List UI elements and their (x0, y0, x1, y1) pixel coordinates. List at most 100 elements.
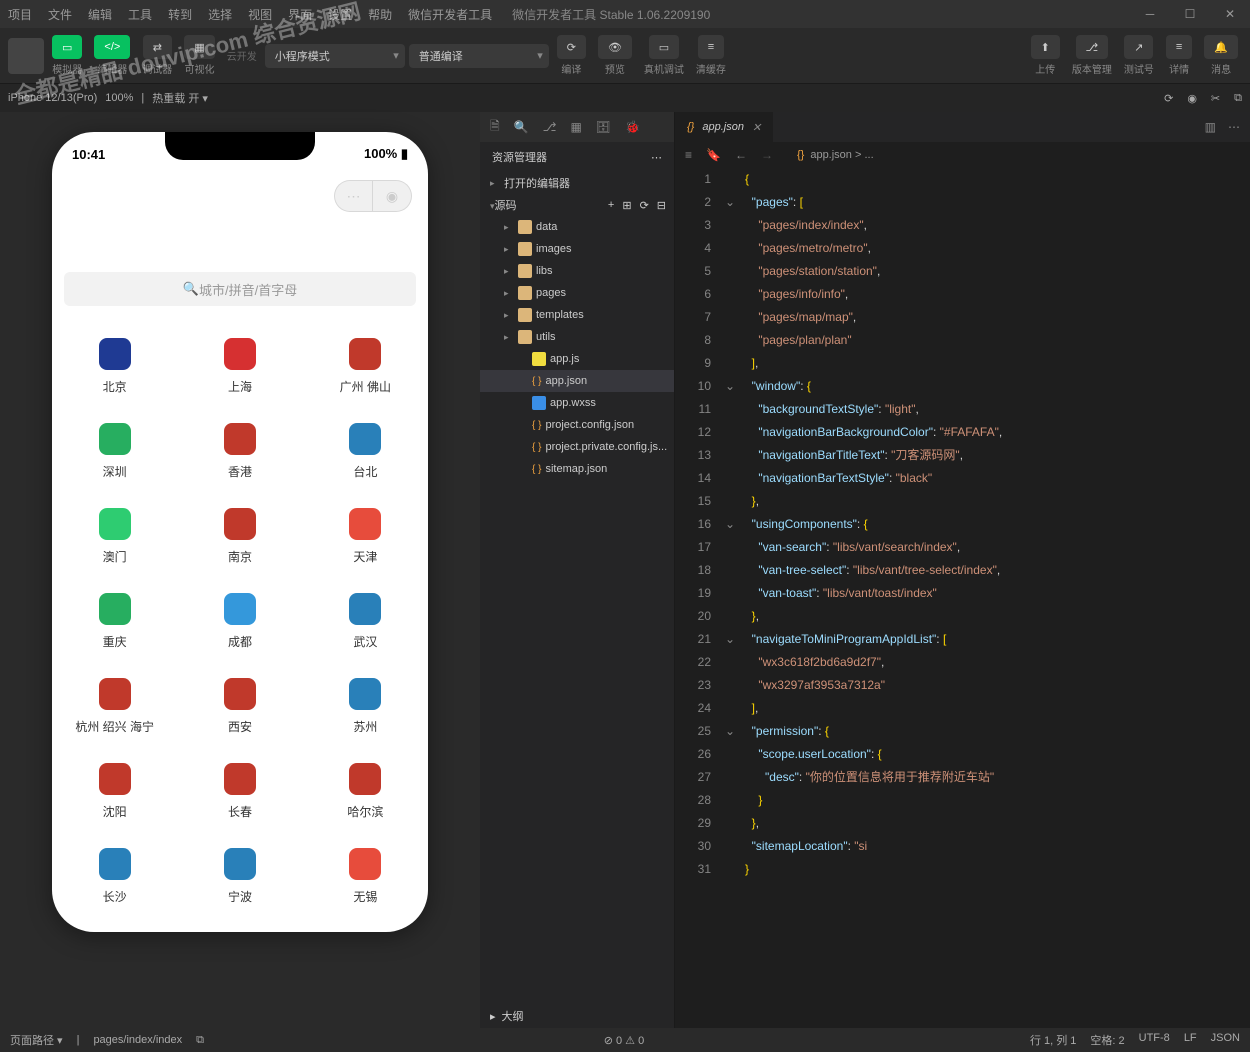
city-item[interactable]: 上海 (177, 324, 302, 409)
city-item[interactable]: 澳门 (52, 494, 177, 579)
eol[interactable]: LF (1184, 1032, 1197, 1048)
city-item[interactable]: 长沙 (52, 834, 177, 919)
errors-count[interactable]: ⊘ 0 ⚠ 0 (604, 1034, 644, 1047)
language[interactable]: JSON (1211, 1032, 1240, 1048)
back-icon[interactable]: ← (735, 148, 747, 162)
city-item[interactable]: 苏州 (303, 664, 428, 749)
city-item[interactable]: 无锡 (303, 834, 428, 919)
bug-icon[interactable]: 🐞 (625, 120, 640, 134)
detail-button[interactable]: ≡ (1166, 35, 1192, 59)
menu-设置[interactable]: 设置 (328, 6, 352, 23)
refresh-icon[interactable]: ⟳ (640, 199, 649, 212)
preview-button[interactable]: 👁 (598, 35, 632, 59)
city-item[interactable]: 杭州 绍兴 海宁 (52, 664, 177, 749)
menu-帮助[interactable]: 帮助 (368, 6, 392, 23)
mode-select[interactable]: 小程序模式 (265, 44, 405, 68)
copy-path-icon[interactable]: ⧉ (196, 1034, 204, 1047)
indent[interactable]: 空格: 2 (1090, 1032, 1124, 1048)
zoom-select[interactable]: 100% (105, 92, 133, 104)
breadcrumb[interactable]: {}app.json > ... (787, 143, 884, 167)
editor-button[interactable]: </> (94, 35, 130, 59)
tab-app-json[interactable]: {}app.json✕ (675, 112, 773, 142)
cut-icon[interactable]: ✂ (1211, 92, 1220, 105)
source-section[interactable]: ▾源码+⊞⟳⊟ (480, 194, 674, 216)
menu-界面[interactable]: 界面 (288, 6, 312, 23)
menu-项目[interactable]: 项目 (8, 6, 32, 23)
menu-编辑[interactable]: 编辑 (88, 6, 112, 23)
compile-button[interactable]: ⟳ (557, 35, 586, 59)
city-item[interactable]: 武汉 (303, 579, 428, 664)
newfolder-icon[interactable]: ⊞ (622, 199, 631, 212)
city-item[interactable]: 台北 (303, 409, 428, 494)
list-icon[interactable]: ≡ (685, 148, 692, 162)
tree-templates[interactable]: ▸templates (480, 304, 674, 326)
tab-close-icon[interactable]: ✕ (752, 121, 761, 134)
compile-mode-select[interactable]: 普通编译 (409, 44, 549, 68)
collapse-icon[interactable]: ⊟ (657, 199, 666, 212)
device-select[interactable]: iPhone 12/13(Pro) (8, 92, 97, 104)
city-item[interactable]: 重庆 (52, 579, 177, 664)
maximize-icon[interactable]: ☐ (1170, 0, 1210, 28)
tree-libs[interactable]: ▸libs (480, 260, 674, 282)
split-icon[interactable]: ▥ (1205, 120, 1216, 134)
city-item[interactable]: 哈尔滨 (303, 749, 428, 834)
cloud-dev[interactable]: 云开发 (227, 48, 257, 63)
realdev-button[interactable]: ▭ (649, 35, 679, 59)
city-item[interactable]: 深圳 (52, 409, 177, 494)
tree-app.js[interactable]: app.js (480, 348, 674, 370)
outline-section[interactable]: ▸大纲 (480, 1004, 674, 1028)
minimize-icon[interactable]: ─ (1130, 0, 1170, 28)
city-item[interactable]: 天津 (303, 494, 428, 579)
more-icon[interactable]: ⋯ (1228, 120, 1240, 134)
version-button[interactable]: ⎇ (1076, 35, 1109, 59)
page-path-label[interactable]: 页面路径 ▾ (10, 1032, 63, 1048)
city-item[interactable]: 广州 佛山 (303, 324, 428, 409)
simulator-button[interactable]: ▭ (52, 35, 82, 59)
testno-button[interactable]: ↗ (1124, 35, 1153, 59)
hotreload-toggle[interactable]: 热重载 开 ▾ (152, 90, 208, 106)
city-item[interactable]: 成都 (177, 579, 302, 664)
cursor-pos[interactable]: 行 1, 列 1 (1030, 1032, 1076, 1048)
refresh-icon[interactable]: ⟳ (1164, 92, 1173, 105)
close-icon[interactable]: ✕ (1210, 0, 1250, 28)
forward-icon[interactable]: → (761, 148, 773, 162)
bookmark-icon[interactable]: 🔖 (706, 148, 721, 162)
menu-转到[interactable]: 转到 (168, 6, 192, 23)
city-item[interactable]: 香港 (177, 409, 302, 494)
db-icon[interactable]: 🗄 (596, 120, 611, 134)
encoding[interactable]: UTF-8 (1139, 1032, 1170, 1048)
open-editors-section[interactable]: ▸打开的编辑器 (480, 172, 674, 194)
menu-文件[interactable]: 文件 (48, 6, 72, 23)
newfile-icon[interactable]: + (608, 199, 614, 212)
search-icon[interactable]: 🔍 (514, 120, 529, 134)
menu-视图[interactable]: 视图 (248, 6, 272, 23)
tree-app.wxss[interactable]: app.wxss (480, 392, 674, 414)
code-area[interactable]: { "pages": [ "pages/index/index", "pages… (745, 168, 1250, 1028)
record-icon[interactable]: ◉ (1187, 92, 1197, 105)
city-item[interactable]: 沈阳 (52, 749, 177, 834)
city-item[interactable]: 长春 (177, 749, 302, 834)
tree-utils[interactable]: ▸utils (480, 326, 674, 348)
files-icon[interactable]: 🗎 (490, 117, 500, 138)
tree-sitemap.json[interactable]: { }sitemap.json (480, 458, 674, 480)
menu-工具[interactable]: 工具 (128, 6, 152, 23)
city-item[interactable]: 宁波 (177, 834, 302, 919)
menu-微信开发者工具[interactable]: 微信开发者工具 (408, 6, 492, 23)
copy-icon[interactable]: ⧉ (1234, 92, 1242, 105)
city-item[interactable]: 北京 (52, 324, 177, 409)
city-item[interactable]: 西安 (177, 664, 302, 749)
ext-icon[interactable]: ▦ (570, 120, 581, 134)
avatar[interactable] (8, 38, 44, 74)
branch-icon[interactable]: ⎇ (543, 120, 557, 134)
tree-pages[interactable]: ▸pages (480, 282, 674, 304)
upload-button[interactable]: ⬆ (1031, 35, 1060, 59)
tree-app.json[interactable]: { }app.json (480, 370, 674, 392)
tree-project.private.config.js...[interactable]: { }project.private.config.js... (480, 436, 674, 458)
visual-button[interactable]: ▦ (184, 35, 214, 59)
tree-project.config.json[interactable]: { }project.config.json (480, 414, 674, 436)
tree-images[interactable]: ▸images (480, 238, 674, 260)
tree-data[interactable]: ▸data (480, 216, 674, 238)
capsule-close-icon[interactable]: ◉ (373, 181, 411, 211)
debugger-button[interactable]: ⇄ (143, 35, 172, 59)
menu-选择[interactable]: 选择 (208, 6, 232, 23)
